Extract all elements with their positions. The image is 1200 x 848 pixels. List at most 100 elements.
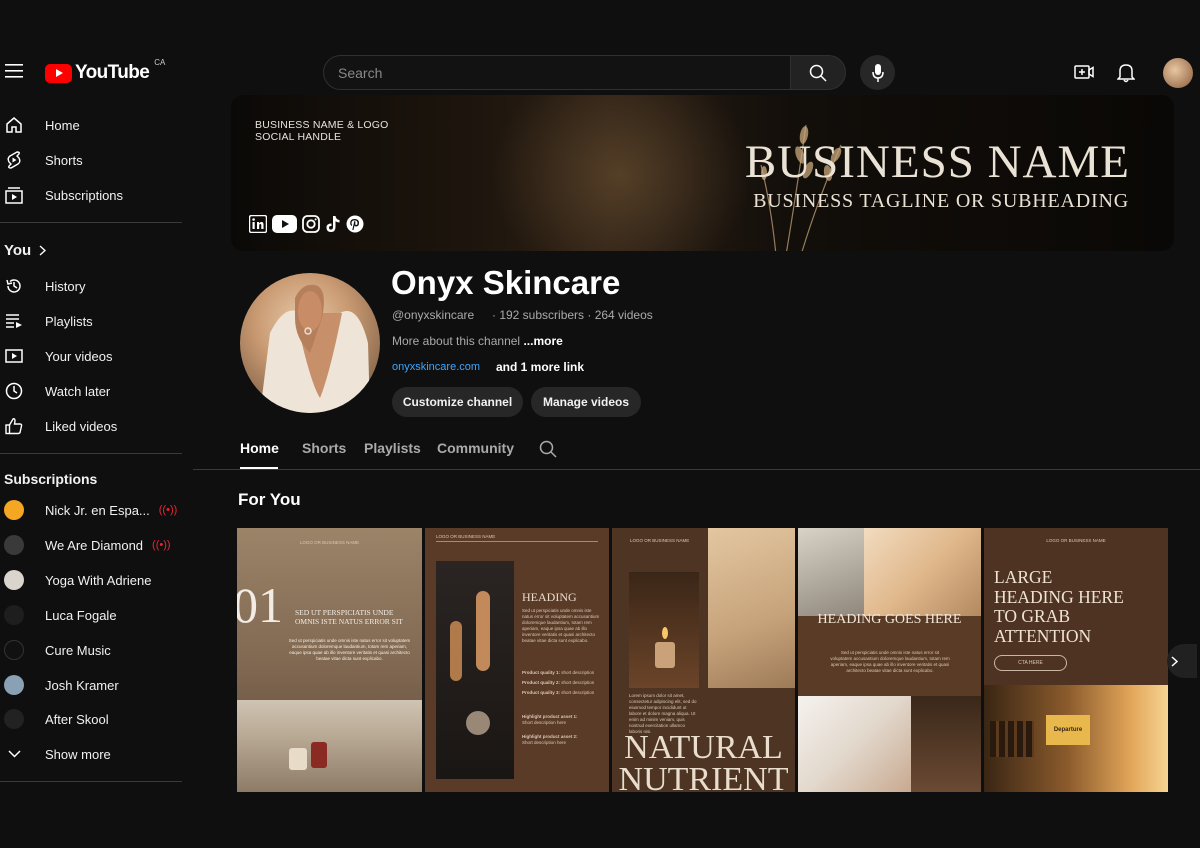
tab-home[interactable]: Home: [240, 440, 279, 456]
sidebar-item-label: We Are Diamond: [45, 537, 144, 553]
channel-avatar: [4, 675, 24, 695]
banner-glow: [491, 95, 751, 251]
card-photo-coffee: [798, 528, 864, 616]
channel-avatar: [4, 535, 24, 555]
card-product-qualities: Product quality 1: short description Pro…: [522, 670, 602, 746]
sidebar-show-more[interactable]: Show more: [0, 737, 190, 771]
banner-small-line: SOCIAL HANDLE: [255, 131, 342, 143]
product-quality-desc: short description: [561, 690, 595, 695]
channel-avatar: [4, 500, 24, 520]
voice-search-button[interactable]: [860, 55, 895, 90]
sidebar-item-shorts[interactable]: Shorts: [0, 143, 190, 177]
video-card-2[interactable]: LOGO OR BUSINESS NAME HEADING Sed ut per…: [425, 528, 609, 792]
card-heading: SED UT PERSPICIATIS UNDE OMNIS ISTE NATU…: [295, 608, 420, 626]
more-about-link[interactable]: ...more: [523, 334, 562, 348]
video-card-3[interactable]: LOGO OR BUSINESS NAME Lorem ipsum dolor …: [612, 528, 795, 792]
channel-search-icon[interactable]: [539, 440, 557, 458]
channel-avatar: [4, 709, 24, 729]
microphone-icon: [871, 63, 884, 82]
sidebar-item-label: Playlists: [45, 313, 93, 329]
channel-description[interactable]: More about this channel ...more: [392, 334, 563, 348]
card-heading-line: TO GRAB: [994, 606, 1071, 626]
pinterest-icon: [346, 215, 364, 233]
chevron-down-icon: [4, 744, 24, 764]
sidebar-subscription-luca-fogale[interactable]: Luca Fogale: [0, 598, 190, 632]
product-quality-desc: short description: [561, 680, 595, 685]
thumbs-up-icon: [4, 416, 24, 436]
card-heading-line: OMNIS ISTE NATUS ERROR SIT: [295, 617, 403, 626]
sidebar-subscription-cure-music[interactable]: Cure Music: [0, 633, 190, 667]
cta-button[interactable]: CTA HERE: [994, 655, 1067, 671]
card-number: 01: [237, 577, 283, 633]
product-box-label: Departure: [1053, 727, 1083, 733]
card-logo-label: LOGO OR BUSINESS NAME: [299, 540, 360, 545]
search-input[interactable]: [338, 64, 791, 81]
sidebar-item-label: Nick Jr. en Espa...: [45, 502, 150, 518]
tab-shorts[interactable]: Shorts: [302, 440, 346, 456]
tab-playlists[interactable]: Playlists: [364, 440, 421, 456]
sidebar-item-history[interactable]: History: [0, 269, 190, 303]
sidebar-subscription-josh-kramer[interactable]: Josh Kramer: [0, 668, 190, 702]
channel-avatar-photo: [260, 284, 370, 413]
channel-avatar[interactable]: [240, 273, 380, 413]
tab-community[interactable]: Community: [437, 440, 514, 456]
sidebar-subscription-we-are-diamond[interactable]: We Are Diamond ((•)): [0, 528, 190, 562]
sidebar-item-home[interactable]: Home: [0, 108, 190, 142]
live-broadcast-icon: ((•)): [152, 539, 171, 551]
card-heading-line: HEADING HERE: [994, 586, 1124, 607]
sidebar-item-liked-videos[interactable]: Liked videos: [0, 409, 190, 443]
sidebar-item-playlists[interactable]: Playlists: [0, 304, 190, 338]
more-links-button[interactable]: and 1 more link: [496, 360, 584, 374]
search-box: [323, 55, 791, 90]
banner-business-label: BUSINESS NAME & LOGO SOCIAL HANDLE: [255, 119, 389, 143]
country-code: CA: [154, 58, 166, 67]
create-video-icon[interactable]: [1074, 63, 1094, 81]
sidebar-subscription-nick-jr[interactable]: Nick Jr. en Espa... ((•)): [0, 493, 190, 527]
product-quality-label: Product quality 1:: [522, 670, 561, 675]
channel-avatar: [4, 605, 24, 625]
card-photo-brushes: [436, 561, 514, 779]
menu-icon[interactable]: [5, 64, 23, 80]
channel-name: Onyx Skincare: [391, 264, 621, 301]
search-button[interactable]: [790, 55, 846, 90]
sidebar-item-label: Subscriptions: [45, 187, 124, 203]
card-photo-vase: [911, 696, 981, 792]
card-heading-line: LARGE: [994, 567, 1053, 587]
product-quality-label: Product quality 3:: [522, 690, 561, 695]
you-heading-label: You: [4, 242, 32, 259]
video-card-4[interactable]: HEADING GOES HERE Sed ut perspiciatis un…: [798, 528, 981, 792]
sidebar-subscription-after-skool[interactable]: After Skool: [0, 702, 190, 736]
you-section-heading[interactable]: You: [4, 242, 47, 259]
sidebar-item-subscriptions[interactable]: Subscriptions: [0, 178, 190, 212]
sidebar-item-watch-later[interactable]: Watch later: [0, 374, 190, 408]
card-photo-plant: [708, 528, 795, 688]
account-avatar[interactable]: [1163, 58, 1193, 88]
sidebar-subscription-yoga-with-adriene[interactable]: Yoga With Adriene: [0, 563, 190, 597]
youtube-social-icon: [272, 215, 297, 233]
video-card-5[interactable]: LOGO OR BUSINESS NAME LARGE HEADING HERE…: [984, 528, 1168, 792]
carousel-next-button[interactable]: [1167, 644, 1197, 678]
sidebar-divider: [0, 222, 182, 223]
manage-videos-button[interactable]: Manage videos: [531, 387, 641, 417]
card-logo-label: LOGO OR BUSINESS NAME: [630, 538, 690, 543]
channel-handle: @onyxskincare: [392, 308, 475, 322]
card-heading-line: SED UT PERSPICIATIS UNDE: [295, 608, 394, 617]
youtube-logo[interactable]: YouTube CA: [45, 58, 165, 84]
highlight-asset-desc: Short description here: [522, 740, 567, 745]
channel-website-link[interactable]: onyxskincare.com: [392, 361, 480, 373]
video-card-1[interactable]: LOGO OR BUSINESS NAME 01 SED UT PERSPICI…: [237, 528, 422, 792]
card-divider: [436, 541, 598, 542]
sidebar-item-label: Home: [45, 117, 80, 133]
card-body-text: Sed ut perspiciatis unde omnis iste natu…: [288, 638, 411, 661]
sidebar-item-your-videos[interactable]: Your videos: [0, 339, 190, 373]
card-photo-shadow: [864, 528, 981, 616]
channel-avatar: [4, 640, 24, 660]
youtube-play-icon: [45, 63, 72, 83]
notifications-bell-icon[interactable]: [1117, 63, 1135, 83]
section-title: For You: [238, 490, 301, 509]
playlists-icon: [4, 311, 24, 331]
home-icon: [4, 115, 24, 135]
candle-icon: [311, 742, 327, 768]
channel-avatar: [4, 570, 24, 590]
customize-channel-button[interactable]: Customize channel: [392, 387, 523, 417]
